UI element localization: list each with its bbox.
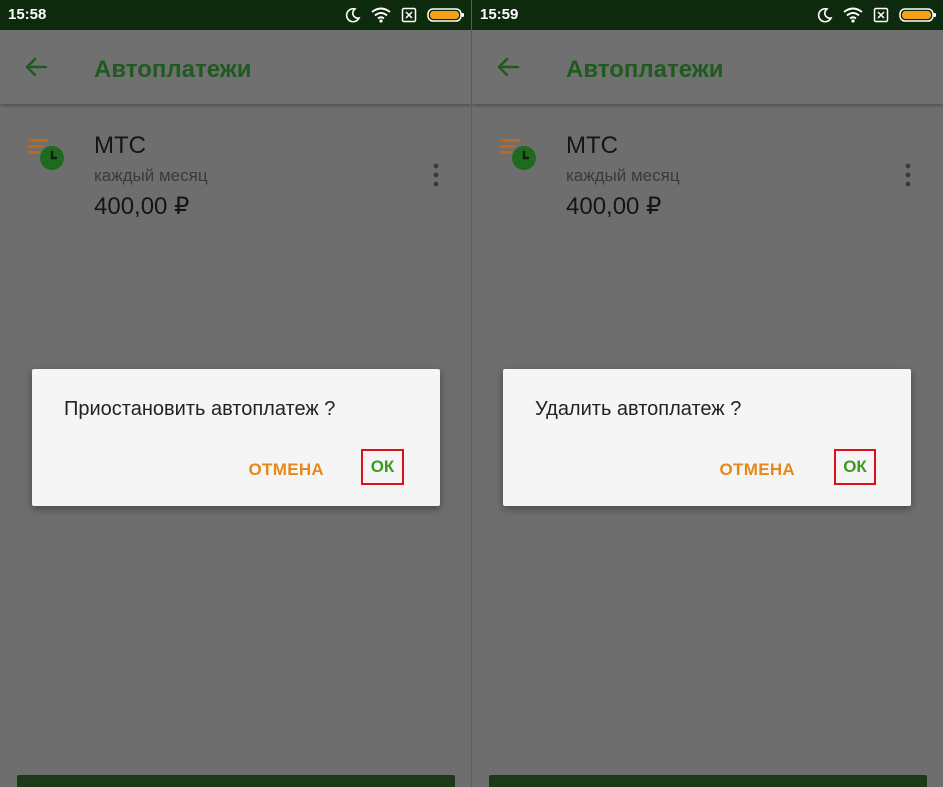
ok-button[interactable]: ОК [834,449,876,485]
battery-icon [427,8,464,22]
status-bar: 15:59 [472,0,943,30]
page-title: Автоплатежи [566,56,724,83]
cancel-button[interactable]: ОТМЕНА [249,460,324,480]
bottom-action-button[interactable] [489,775,927,787]
cancel-button[interactable]: ОТМЕНА [720,460,795,480]
status-time: 15:59 [480,6,519,23]
app-bar: Автоплатежи [0,30,471,104]
status-icons [817,5,937,25]
confirm-dialog: Приостановить автоплатеж ? ОТМЕНА ОК [32,369,440,506]
status-time: 15:58 [8,6,47,23]
battery-icon [899,8,936,22]
confirm-dialog: Удалить автоплатеж ? ОТМЕНА ОК [503,369,911,506]
autopay-frequency: каждый месяц [566,166,680,185]
more-vert-icon[interactable] [431,162,441,188]
autopay-frequency: каждый месяц [94,166,208,185]
sim-blocked-icon [401,7,417,23]
back-arrow-icon[interactable] [22,56,50,78]
autopay-name: МТС [94,132,146,159]
autopay-clock-icon [500,139,536,170]
wifi-icon [371,7,391,23]
dialog-message: Удалить автоплатеж ? [535,398,742,420]
autopay-list-item[interactable]: МТС каждый месяц 400,00 ₽ [0,118,471,228]
more-vert-icon[interactable] [903,162,913,188]
status-icons [345,5,465,25]
page-title: Автоплатежи [94,56,252,83]
screen-right: 15:59 Автоплатежи МТС каждый месяц 400,0… [472,0,943,787]
autopay-list-item[interactable]: МТС каждый месяц 400,00 ₽ [472,118,943,228]
wifi-icon [843,7,863,23]
autopay-clock-icon [28,139,64,170]
autopay-amount: 400,00 ₽ [566,193,662,220]
sim-blocked-icon [873,7,889,23]
status-bar: 15:58 [0,0,471,30]
screen-left: 15:58 Автоплатежи МТС каждый месяц 400,0… [0,0,471,787]
bottom-action-button[interactable] [17,775,455,787]
dialog-message: Приостановить автоплатеж ? [64,398,336,420]
ok-button[interactable]: ОК [361,449,404,485]
autopay-amount: 400,00 ₽ [94,193,190,220]
app-bar: Автоплатежи [472,30,943,104]
autopay-name: МТС [566,132,618,159]
moon-icon [345,7,361,23]
back-arrow-icon[interactable] [494,56,522,78]
moon-icon [817,7,833,23]
